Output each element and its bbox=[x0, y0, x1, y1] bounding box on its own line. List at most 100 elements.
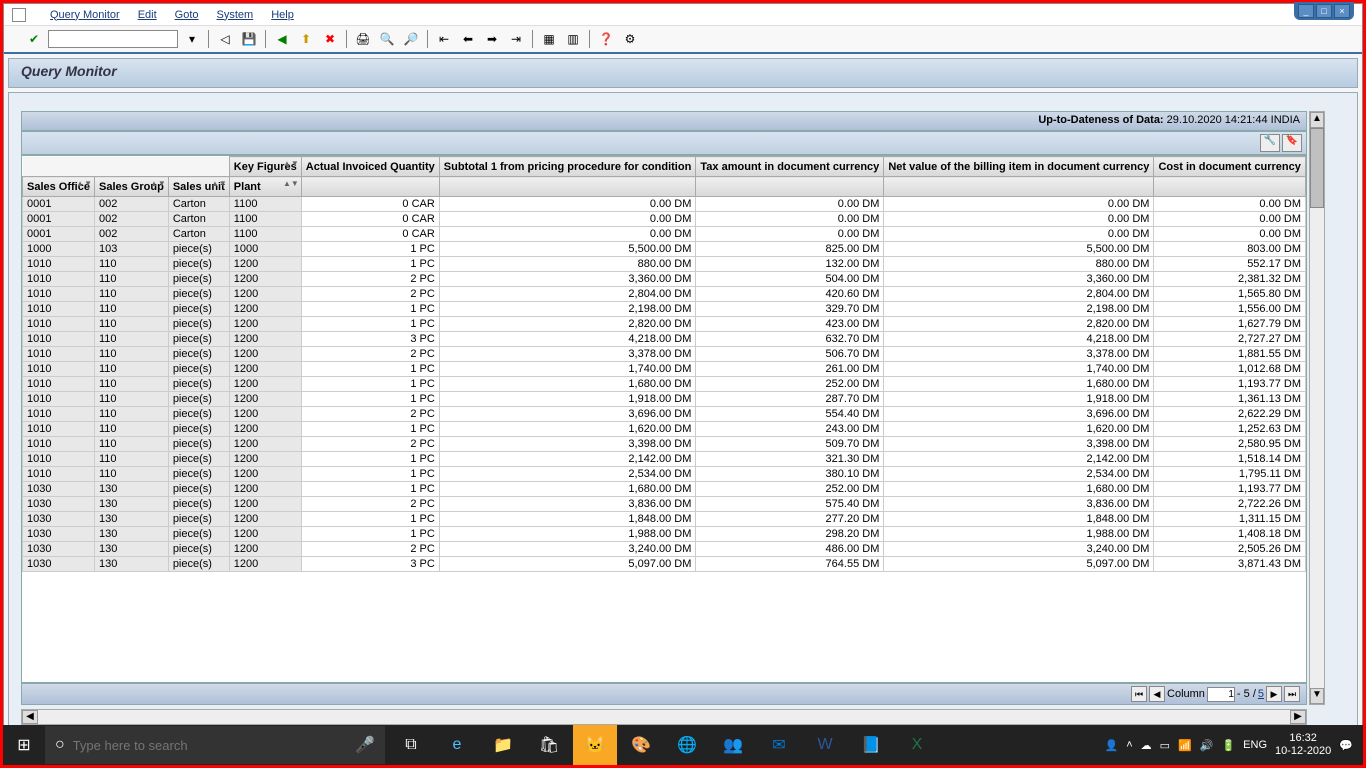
dim-cell[interactable]: 1100 bbox=[229, 212, 301, 227]
value-cell[interactable]: 1,252.63 DM bbox=[1154, 422, 1306, 437]
table-row[interactable]: 1010110piece(s)12002 PC3,398.00 DM509.70… bbox=[23, 437, 1306, 452]
tray-lang[interactable]: ENG bbox=[1243, 739, 1267, 751]
menu-edit[interactable]: Edit bbox=[138, 9, 157, 21]
dim-cell[interactable]: 1100 bbox=[229, 197, 301, 212]
word-icon[interactable]: W bbox=[803, 725, 847, 765]
dim-cell[interactable]: piece(s) bbox=[168, 362, 229, 377]
value-cell[interactable]: 1,680.00 DM bbox=[884, 377, 1154, 392]
value-cell[interactable]: 2 PC bbox=[301, 542, 439, 557]
table-row[interactable]: 1000103piece(s)10001 PC5,500.00 DM825.00… bbox=[23, 242, 1306, 257]
table-row[interactable]: 1010110piece(s)12001 PC1,918.00 DM287.70… bbox=[23, 392, 1306, 407]
table-row[interactable]: 1010110piece(s)12002 PC3,360.00 DM504.00… bbox=[23, 272, 1306, 287]
dim-cell[interactable]: 130 bbox=[95, 512, 169, 527]
nav-col-input[interactable] bbox=[1207, 687, 1235, 702]
dim-cell[interactable]: 1200 bbox=[229, 542, 301, 557]
value-cell[interactable]: 1,918.00 DM bbox=[439, 392, 696, 407]
dim-cell[interactable]: 1010 bbox=[23, 407, 95, 422]
dim-cell[interactable]: piece(s) bbox=[168, 377, 229, 392]
dim-cell[interactable]: piece(s) bbox=[168, 332, 229, 347]
dim-cell[interactable]: 1010 bbox=[23, 302, 95, 317]
nav-last-icon[interactable]: ⏭ bbox=[1284, 686, 1300, 702]
table-row[interactable]: 1030130piece(s)12003 PC5,097.00 DM764.55… bbox=[23, 557, 1306, 572]
tray-cloud-icon[interactable]: ☁ bbox=[1141, 739, 1152, 752]
table-row[interactable]: 0001002Carton11000 CAR0.00 DM0.00 DM0.00… bbox=[23, 227, 1306, 242]
value-cell[interactable]: 2 PC bbox=[301, 497, 439, 512]
value-cell[interactable]: 0.00 DM bbox=[439, 197, 696, 212]
dim-cell[interactable]: 130 bbox=[95, 542, 169, 557]
scroll-up-icon[interactable]: ▲ bbox=[1310, 112, 1324, 128]
dim-cell[interactable]: 1200 bbox=[229, 377, 301, 392]
dim-cell[interactable]: 1200 bbox=[229, 392, 301, 407]
print-icon[interactable]: 🖨 bbox=[353, 29, 373, 49]
kf-header[interactable]: Net value of the billing item in documen… bbox=[884, 157, 1154, 177]
dim-cell[interactable]: 110 bbox=[95, 377, 169, 392]
dim-cell[interactable]: 1200 bbox=[229, 452, 301, 467]
dim-cell[interactable]: 1010 bbox=[23, 452, 95, 467]
kf-header[interactable]: Tax amount in document currency bbox=[696, 157, 884, 177]
dim-header[interactable]: Sales Office▲▼ bbox=[23, 177, 95, 197]
value-cell[interactable]: 1,881.55 DM bbox=[1154, 347, 1306, 362]
value-cell[interactable]: 1,556.00 DM bbox=[1154, 302, 1306, 317]
value-cell[interactable]: 1,988.00 DM bbox=[439, 527, 696, 542]
dim-cell[interactable]: 1030 bbox=[23, 527, 95, 542]
table-row[interactable]: 1010110piece(s)12002 PC3,696.00 DM554.40… bbox=[23, 407, 1306, 422]
value-cell[interactable]: 2 PC bbox=[301, 437, 439, 452]
dim-cell[interactable]: piece(s) bbox=[168, 272, 229, 287]
dim-cell[interactable]: 130 bbox=[95, 482, 169, 497]
value-cell[interactable]: 3,398.00 DM bbox=[884, 437, 1154, 452]
dim-cell[interactable]: 1010 bbox=[23, 392, 95, 407]
value-cell[interactable]: 252.00 DM bbox=[696, 482, 884, 497]
value-cell[interactable]: 0.00 DM bbox=[1154, 197, 1306, 212]
tray-wifi-icon[interactable]: 📶 bbox=[1178, 739, 1192, 752]
dim-cell[interactable]: 110 bbox=[95, 347, 169, 362]
value-cell[interactable]: 1,518.14 DM bbox=[1154, 452, 1306, 467]
value-cell[interactable]: 1,680.00 DM bbox=[439, 482, 696, 497]
prev-page-icon[interactable]: ⬅ bbox=[458, 29, 478, 49]
value-cell[interactable]: 3 PC bbox=[301, 332, 439, 347]
value-cell[interactable]: 2,820.00 DM bbox=[884, 317, 1154, 332]
dim-cell[interactable]: 1200 bbox=[229, 497, 301, 512]
value-cell[interactable]: 2,804.00 DM bbox=[884, 287, 1154, 302]
back2-icon[interactable]: ◀ bbox=[272, 29, 292, 49]
search-input[interactable] bbox=[73, 738, 347, 753]
value-cell[interactable]: 3,871.43 DM bbox=[1154, 557, 1306, 572]
cancel-icon[interactable]: ✖ bbox=[320, 29, 340, 49]
value-cell[interactable]: 3,696.00 DM bbox=[884, 407, 1154, 422]
value-cell[interactable]: 2,804.00 DM bbox=[439, 287, 696, 302]
dim-cell[interactable]: 1010 bbox=[23, 257, 95, 272]
value-cell[interactable]: 5,097.00 DM bbox=[439, 557, 696, 572]
table-row[interactable]: 1010110piece(s)12002 PC2,804.00 DM420.60… bbox=[23, 287, 1306, 302]
settings-icon[interactable]: ⚙ bbox=[620, 29, 640, 49]
value-cell[interactable]: 575.40 DM bbox=[696, 497, 884, 512]
value-cell[interactable]: 4,218.00 DM bbox=[439, 332, 696, 347]
value-cell[interactable]: 552.17 DM bbox=[1154, 257, 1306, 272]
dim-cell[interactable]: 0001 bbox=[23, 197, 95, 212]
table-row[interactable]: 1010110piece(s)12001 PC2,142.00 DM321.30… bbox=[23, 452, 1306, 467]
dim-cell[interactable]: 110 bbox=[95, 257, 169, 272]
value-cell[interactable]: 1,311.15 DM bbox=[1154, 512, 1306, 527]
table-row[interactable]: 1010110piece(s)12001 PC2,820.00 DM423.00… bbox=[23, 317, 1306, 332]
value-cell[interactable]: 1 PC bbox=[301, 422, 439, 437]
dim-cell[interactable]: piece(s) bbox=[168, 497, 229, 512]
dim-cell[interactable]: 1010 bbox=[23, 272, 95, 287]
layout2-icon[interactable]: ▥ bbox=[563, 29, 583, 49]
dim-cell[interactable]: piece(s) bbox=[168, 512, 229, 527]
dim-cell[interactable]: 1200 bbox=[229, 287, 301, 302]
table-row[interactable]: 0001002Carton11000 CAR0.00 DM0.00 DM0.00… bbox=[23, 212, 1306, 227]
key-figures-header[interactable]: Key Figures▲▼ bbox=[229, 157, 301, 177]
dim-cell[interactable]: 1030 bbox=[23, 542, 95, 557]
value-cell[interactable]: 1,680.00 DM bbox=[884, 482, 1154, 497]
value-cell[interactable]: 825.00 DM bbox=[696, 242, 884, 257]
value-cell[interactable]: 1 PC bbox=[301, 242, 439, 257]
value-cell[interactable]: 0.00 DM bbox=[1154, 212, 1306, 227]
taskbar-search[interactable]: ○ 🎤 bbox=[45, 726, 385, 764]
dim-cell[interactable]: 0001 bbox=[23, 212, 95, 227]
tray-battery-icon[interactable]: 🔋 bbox=[1221, 739, 1235, 752]
dim-cell[interactable]: 110 bbox=[95, 437, 169, 452]
dim-header[interactable]: Sales Group▲▼ bbox=[95, 177, 169, 197]
value-cell[interactable]: 380.10 DM bbox=[696, 467, 884, 482]
dim-cell[interactable]: Carton bbox=[168, 227, 229, 242]
dim-cell[interactable]: 110 bbox=[95, 362, 169, 377]
value-cell[interactable]: 132.00 DM bbox=[696, 257, 884, 272]
value-cell[interactable]: 506.70 DM bbox=[696, 347, 884, 362]
